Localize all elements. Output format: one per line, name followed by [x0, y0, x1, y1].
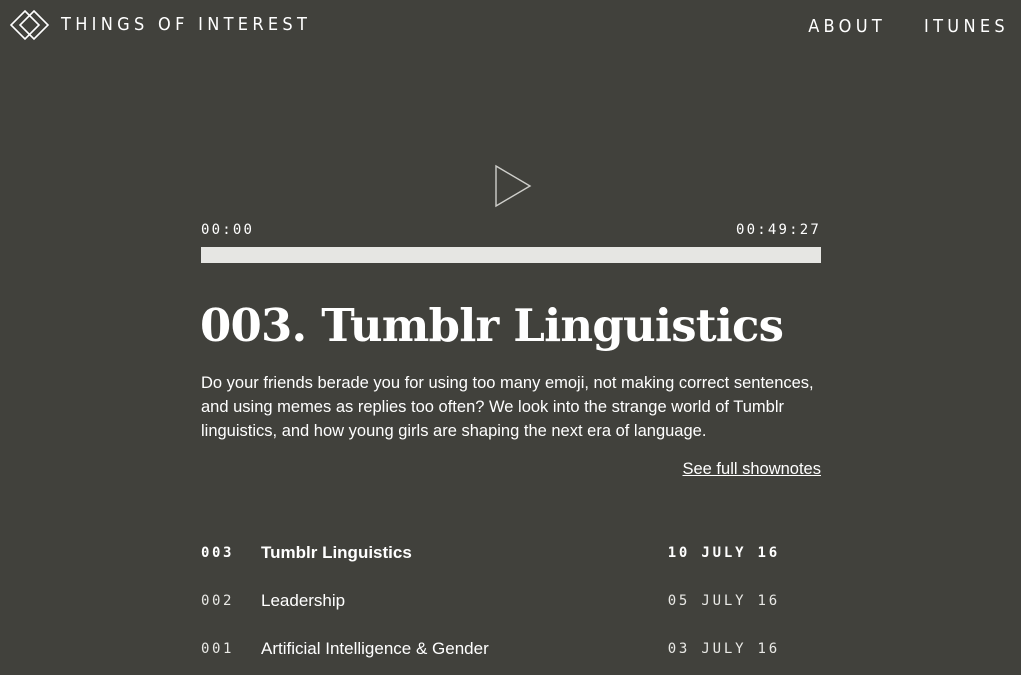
- episode-number: 001: [201, 641, 235, 657]
- double-diamond-logo-icon: [10, 9, 50, 41]
- shownotes-link[interactable]: See full shownotes: [682, 458, 821, 480]
- home-logo-link[interactable]: THINGS OF INTEREST: [10, 9, 311, 41]
- episode-name: Leadership: [261, 591, 346, 610]
- play-icon[interactable]: [494, 164, 534, 208]
- episode-title: 003. Tumblr Linguistics: [200, 299, 784, 352]
- episode-name: Tumblr Linguistics: [261, 543, 412, 562]
- site-title: THINGS OF INTEREST: [61, 14, 312, 35]
- episode-date: 03 JULY 16: [667, 641, 780, 657]
- episode-date: 05 JULY 16: [667, 593, 780, 609]
- episode-name: Artificial Intelligence & Gender: [261, 639, 489, 658]
- site-header: THINGS OF INTEREST ABOUT ITUNES: [0, 0, 1021, 52]
- nav-itunes-link[interactable]: ITUNES: [924, 16, 1009, 38]
- main-nav: ABOUT ITUNES: [770, 16, 1009, 38]
- episode-row[interactable]: 001 Artificial Intelligence & Gender 03 …: [201, 626, 821, 674]
- episode-row[interactable]: 002 Leadership 05 JULY 16: [201, 578, 821, 626]
- episode-date: 10 JULY 16: [667, 545, 780, 561]
- episode-row[interactable]: 003 Tumblr Linguistics 10 JULY 16: [201, 530, 821, 578]
- episode-description: Do your friends berade you for using too…: [201, 374, 814, 440]
- episode-number: 002: [201, 593, 235, 609]
- total-time: 00:49:27: [735, 222, 821, 238]
- current-time: 00:00: [201, 222, 255, 238]
- episode-list: 003 Tumblr Linguistics 10 JULY 16 002 Le…: [201, 530, 821, 674]
- progress-bar[interactable]: [201, 247, 821, 263]
- episode-number: 003: [201, 545, 235, 561]
- nav-about-link[interactable]: ABOUT: [808, 16, 886, 38]
